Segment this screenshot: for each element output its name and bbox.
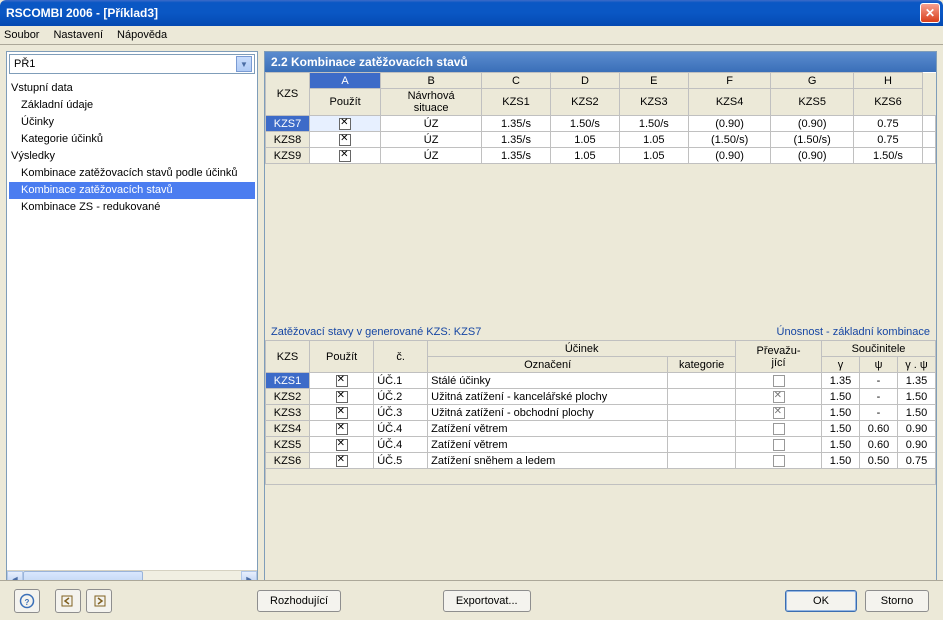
checkbox-icon[interactable]	[773, 407, 785, 419]
tree-group-input[interactable]: Vstupní data	[9, 80, 255, 97]
prev-icon[interactable]	[55, 589, 81, 613]
decide-button[interactable]: Rozhodující	[257, 590, 341, 612]
checkbox-icon[interactable]	[336, 455, 348, 467]
col2-use: Použít	[310, 341, 374, 373]
menu-file[interactable]: Soubor	[4, 29, 39, 41]
combo-value: PŘ1	[14, 58, 236, 70]
tree-item-combo-reduced[interactable]: Kombinace ZS - redukované	[9, 199, 255, 216]
tree-item-combo-states[interactable]: Kombinace zatěžovacích stavů	[9, 182, 255, 199]
subtitle-right: Únosnost - základní kombinace	[777, 326, 930, 338]
checkbox-icon[interactable]	[336, 375, 348, 387]
table-row: KZS4 ÚČ.4 Zatížení větrem 1.50 0.60 0.90	[266, 421, 936, 437]
tree: Vstupní data Základní údaje Účinky Kateg…	[7, 76, 257, 570]
checkbox-icon[interactable]	[336, 423, 348, 435]
col-letter-E[interactable]: E	[619, 73, 688, 89]
tree-item-categories[interactable]: Kategorie účinků	[9, 131, 255, 148]
project-combo[interactable]: PŘ1 ▼	[9, 54, 255, 74]
col-use: Použít	[310, 89, 381, 116]
close-icon[interactable]: ✕	[920, 3, 940, 23]
menu-settings[interactable]: Nastavení	[53, 29, 103, 41]
col-letter-F[interactable]: F	[688, 73, 771, 89]
cancel-button[interactable]: Storno	[865, 590, 929, 612]
col-kzs6: KZS6	[853, 89, 922, 116]
col-letter-C[interactable]: C	[482, 73, 551, 89]
col2-gpsi: γ . ψ	[898, 357, 936, 373]
checkbox-icon[interactable]	[773, 391, 785, 403]
table-row: KZS3 ÚČ.3 Užitná zatížení - obchodní plo…	[266, 405, 936, 421]
grid-empty-area	[265, 164, 936, 324]
svg-text:?: ?	[25, 598, 30, 607]
col-kzs3: KZS3	[619, 89, 688, 116]
table-row: KZS2 ÚČ.2 Užitná zatížení - kancelářské …	[266, 389, 936, 405]
table-row: KZS6 ÚČ.5 Zatížení sněhem a ledem 1.50 0…	[266, 453, 936, 469]
table-row: KZS8 ÚZ 1.35/s 1.05 1.05 (1.50/s) (1.50/…	[266, 132, 936, 148]
checkbox-icon[interactable]	[336, 439, 348, 451]
table-row: KZS1 ÚČ.1 Stálé účinky 1.35 - 1.35	[266, 373, 936, 389]
next-icon[interactable]	[86, 589, 112, 613]
col2-effect: Účinek	[428, 341, 736, 357]
col-letter-H[interactable]: H	[853, 73, 922, 89]
checkbox-icon[interactable]	[339, 150, 351, 162]
table-row: KZS7 ÚZ 1.35/s 1.50/s 1.50/s (0.90) (0.9…	[266, 116, 936, 132]
col2-cat: kategorie	[668, 357, 736, 373]
titlebar: RSCOMBI 2006 - [Příklad3] ✕	[0, 0, 943, 26]
col2-coef: Součinitele	[822, 341, 936, 357]
col-letter-B[interactable]: B	[381, 73, 482, 89]
col2-prev: Převažu-jící	[736, 341, 822, 373]
tree-item-basic[interactable]: Základní údaje	[9, 97, 255, 114]
menubar: Soubor Nastavení Nápověda	[0, 26, 943, 45]
checkbox-icon[interactable]	[339, 118, 351, 130]
col-situation: Návrhovásituace	[381, 89, 482, 116]
checkbox-icon[interactable]	[339, 134, 351, 146]
col2-num: č.	[374, 341, 428, 373]
subtitle-left: Zatěžovací stavy v generované KZS: KZS7	[271, 326, 481, 338]
col2-psi: ψ	[860, 357, 898, 373]
checkbox-icon[interactable]	[336, 407, 348, 419]
checkbox-icon[interactable]	[336, 391, 348, 403]
col2-design: Označení	[428, 357, 668, 373]
menu-help[interactable]: Nápověda	[117, 29, 167, 41]
bottom-bar: ? Rozhodující Exportovat... OK Storno	[0, 580, 943, 620]
col2-kzs: KZS	[266, 341, 310, 373]
col-kzs1: KZS1	[482, 89, 551, 116]
col-letter-D[interactable]: D	[550, 73, 619, 89]
ok-button[interactable]: OK	[785, 590, 857, 612]
export-button[interactable]: Exportovat...	[443, 590, 531, 612]
table-row: KZS9 ÚZ 1.35/s 1.05 1.05 (0.90) (0.90) 1…	[266, 148, 936, 164]
left-panel: PŘ1 ▼ Vstupní data Základní údaje Účinky…	[6, 51, 258, 587]
col-kzs2: KZS2	[550, 89, 619, 116]
col2-g: γ	[822, 357, 860, 373]
chevron-down-icon[interactable]: ▼	[236, 56, 252, 72]
top-grid[interactable]: KZS A B C D E F G H Použít Návrhovásitua…	[265, 72, 936, 164]
tree-item-effects[interactable]: Účinky	[9, 114, 255, 131]
col-kzs: KZS	[266, 73, 310, 116]
table-row: KZS5 ÚČ.4 Zatížení větrem 1.50 0.60 0.90	[266, 437, 936, 453]
bottom-grid[interactable]: KZS Použít č. Účinek Převažu-jící Součin…	[265, 340, 936, 485]
checkbox-icon[interactable]	[773, 439, 785, 451]
checkbox-icon[interactable]	[773, 423, 785, 435]
checkbox-icon[interactable]	[773, 455, 785, 467]
right-panel: 2.2 Kombinace zatěžovacích stavů KZS A B…	[264, 51, 937, 587]
subtitle-bar: Zatěžovací stavy v generované KZS: KZS7 …	[265, 324, 936, 340]
col-kzs5: KZS5	[771, 89, 854, 116]
col-letter-G[interactable]: G	[771, 73, 854, 89]
col-kzs4: KZS4	[688, 89, 771, 116]
tree-item-combo-effects[interactable]: Kombinace zatěžovacích stavů podle účink…	[9, 165, 255, 182]
window-title: RSCOMBI 2006 - [Příklad3]	[6, 6, 920, 20]
col-letter-A[interactable]: A	[310, 73, 381, 89]
tree-group-results[interactable]: Výsledky	[9, 148, 255, 165]
panel-title: 2.2 Kombinace zatěžovacích stavů	[265, 52, 936, 72]
help-icon[interactable]: ?	[14, 589, 40, 613]
checkbox-icon[interactable]	[773, 375, 785, 387]
